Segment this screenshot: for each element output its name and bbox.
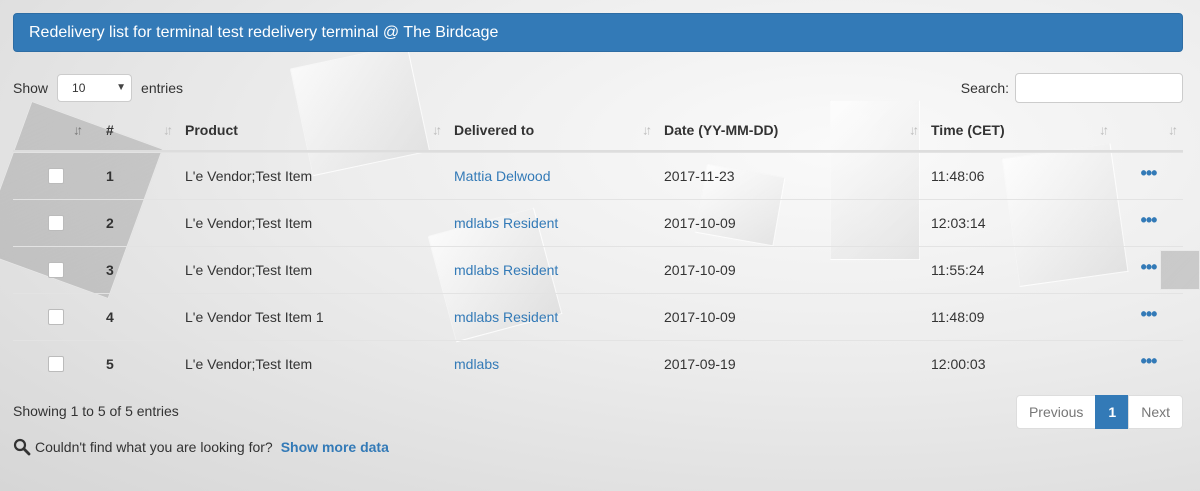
show-more-prompt: Couldn't find what you are looking for? (35, 439, 273, 455)
header-label: Date (YY-MM-DD) (664, 122, 779, 138)
row-number: 1 (106, 168, 114, 184)
sort-icon: ↓↑ (642, 122, 652, 138)
row-checkbox[interactable] (47, 215, 64, 231)
header-number[interactable]: # ↓↑ (88, 110, 178, 150)
show-label: Show (13, 80, 49, 96)
search-icon (13, 438, 31, 456)
entries-label: entries (141, 80, 184, 96)
table-row: 5 L'e Vendor;Test Item mdlabs 2017-09-19… (13, 340, 1183, 387)
table-row: 3 L'e Vendor;Test Item mdlabs Resident 2… (13, 246, 1183, 293)
sort-icon: ↓↑ (1168, 122, 1178, 138)
header-actions[interactable]: ↓↑ (1114, 110, 1183, 150)
header-label: Time (CET) (931, 122, 1005, 138)
row-date: 2017-10-09 (664, 309, 736, 325)
sort-icon: ↓↑ (1099, 122, 1109, 138)
sort-icon: ↓↑ (432, 122, 442, 138)
table-row: 1 L'e Vendor;Test Item Mattia Delwood 20… (13, 152, 1183, 199)
header-product[interactable]: Product ↓↑ (178, 110, 447, 150)
sort-icon: ↓↑ (73, 122, 83, 138)
row-date: 2017-09-19 (664, 356, 736, 372)
pagination: Previous 1 Next (1015, 395, 1183, 429)
search-label: Search: (960, 80, 1009, 96)
row-product: L'e Vendor;Test Item (185, 262, 313, 278)
header-select[interactable]: ↓↑ (13, 110, 88, 150)
show-more-data-link[interactable]: Show more data (281, 439, 389, 455)
more-actions-icon[interactable]: ••• (1141, 352, 1158, 370)
row-time: 11:48:09 (931, 309, 985, 325)
entries-select-value: 10 (72, 81, 86, 95)
table-header: ↓↑ # ↓↑ Product ↓↑ Delivered to ↓↑ Date … (13, 110, 1183, 152)
caret-down-icon: ▼ (116, 82, 127, 93)
table-info: Showing 1 to 5 of 5 entries (13, 403, 179, 419)
row-product: L'e Vendor;Test Item (185, 168, 313, 184)
search-control: Search: (961, 73, 1183, 103)
next-page-button[interactable]: Next (1128, 395, 1183, 429)
panel-title: Redelivery list for terminal test redeli… (13, 13, 1183, 52)
row-number: 4 (106, 309, 114, 325)
row-date: 2017-10-09 (664, 262, 736, 278)
header-delivered-to[interactable]: Delivered to ↓↑ (447, 110, 657, 150)
row-time: 12:00:03 (931, 356, 986, 372)
sort-icon: ↓↑ (163, 122, 173, 138)
row-checkbox[interactable] (47, 262, 64, 278)
row-number: 5 (106, 356, 114, 372)
table-row: 2 L'e Vendor;Test Item mdlabs Resident 2… (13, 199, 1183, 246)
entries-length-control: Show 10 ▼ entries (13, 74, 183, 102)
row-time: 11:48:06 (931, 168, 985, 184)
header-label: Delivered to (454, 122, 535, 138)
row-delivered-to-link[interactable]: mdlabs Resident (454, 215, 558, 231)
header-time[interactable]: Time (CET) ↓↑ (924, 110, 1114, 150)
row-product: L'e Vendor;Test Item (185, 215, 313, 231)
row-checkbox[interactable] (47, 168, 64, 184)
search-input[interactable] (1015, 73, 1183, 103)
row-delivered-to-link[interactable]: mdlabs (454, 356, 499, 372)
row-checkbox[interactable] (47, 356, 64, 372)
previous-page-button[interactable]: Previous (1015, 395, 1097, 429)
row-delivered-to-link[interactable]: mdlabs Resident (454, 262, 558, 278)
more-actions-icon[interactable]: ••• (1141, 258, 1158, 276)
page-1-button[interactable]: 1 (1095, 395, 1130, 429)
table-row: 4 L'e Vendor Test Item 1 mdlabs Resident… (13, 293, 1183, 340)
show-more-section: Couldn't find what you are looking for? … (13, 438, 389, 456)
row-time: 12:03:14 (931, 215, 986, 231)
row-product: L'e Vendor;Test Item (185, 356, 313, 372)
row-delivered-to-link[interactable]: mdlabs Resident (454, 309, 558, 325)
row-product: L'e Vendor Test Item 1 (185, 309, 324, 325)
header-date[interactable]: Date (YY-MM-DD) ↓↑ (657, 110, 924, 150)
row-date: 2017-11-23 (664, 168, 735, 184)
more-actions-icon[interactable]: ••• (1141, 211, 1158, 229)
sort-icon: ↓↑ (909, 122, 919, 138)
row-date: 2017-10-09 (664, 215, 736, 231)
header-label: # (106, 122, 114, 138)
entries-select[interactable]: 10 ▼ (57, 74, 133, 102)
row-number: 2 (106, 215, 114, 231)
more-actions-icon[interactable]: ••• (1141, 164, 1158, 182)
row-time: 11:55:24 (931, 262, 985, 278)
redelivery-table: ↓↑ # ↓↑ Product ↓↑ Delivered to ↓↑ Date … (13, 110, 1183, 387)
row-delivered-to-link[interactable]: Mattia Delwood (454, 168, 551, 184)
header-label: Product (185, 122, 238, 138)
more-actions-icon[interactable]: ••• (1141, 305, 1158, 323)
row-number: 3 (106, 262, 114, 278)
row-checkbox[interactable] (47, 309, 64, 325)
